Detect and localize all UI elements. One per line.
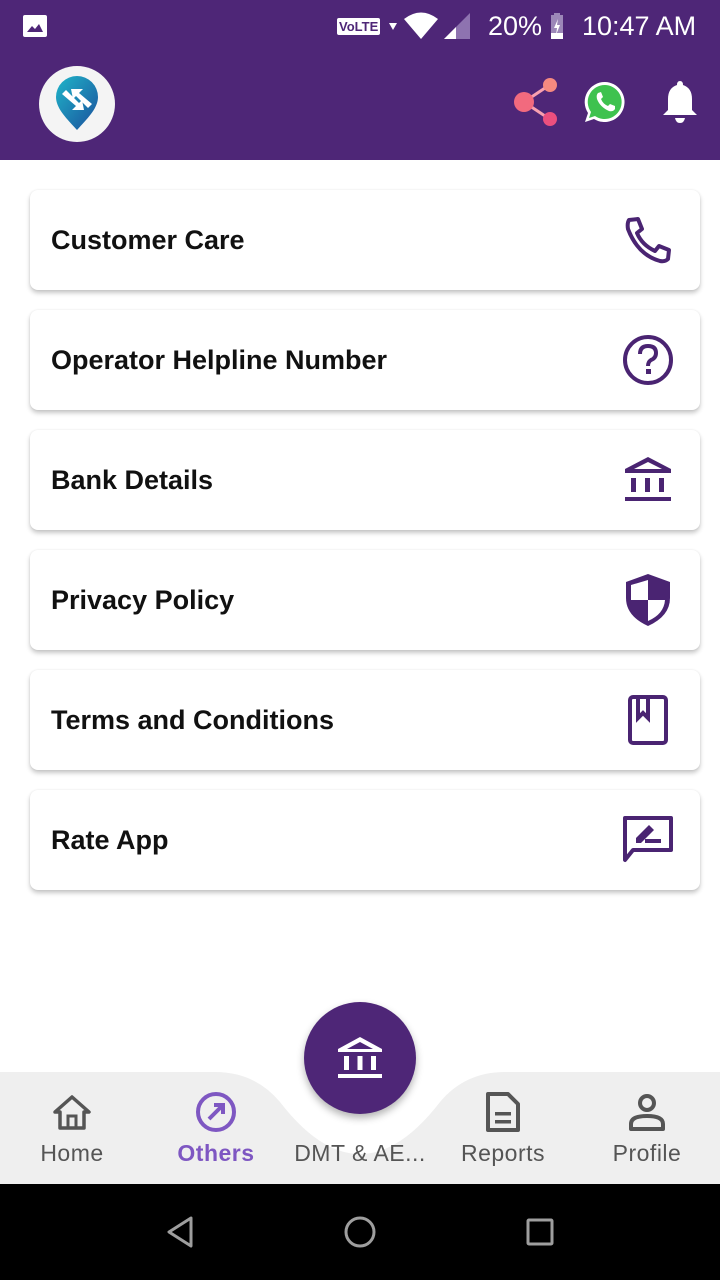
menu-item-label: Customer Care bbox=[51, 224, 245, 255]
signal-icon bbox=[443, 0, 471, 52]
recents-button[interactable] bbox=[516, 1208, 564, 1256]
volte-indicator: VoLTE bbox=[337, 17, 381, 35]
phone-icon bbox=[620, 212, 676, 268]
home-system-button[interactable] bbox=[336, 1208, 384, 1256]
menu-item-bank-details[interactable]: Bank Details bbox=[30, 430, 700, 530]
help-circle-icon bbox=[620, 332, 676, 388]
menu-item-label: Privacy Policy bbox=[51, 584, 235, 615]
menu-item-operator-helpline[interactable]: Operator Helpline Number bbox=[30, 310, 700, 410]
nav-label: Reports bbox=[460, 1140, 546, 1166]
home-icon bbox=[50, 1090, 94, 1134]
battery-percent: 20% bbox=[488, 10, 543, 41]
back-button[interactable] bbox=[156, 1208, 204, 1256]
clock: 10:47 AM bbox=[582, 10, 697, 41]
app-logo-icon bbox=[56, 76, 98, 130]
wifi-icon bbox=[403, 0, 439, 52]
share-button[interactable] bbox=[507, 74, 563, 130]
app-logo[interactable] bbox=[39, 66, 115, 142]
notifications-button[interactable] bbox=[652, 74, 708, 130]
menu-item-rate-app[interactable]: Rate App bbox=[30, 790, 700, 890]
person-icon bbox=[625, 1090, 669, 1134]
gallery-notification-icon bbox=[22, 0, 48, 52]
menu-item-label: Operator Helpline Number bbox=[51, 344, 388, 375]
nav-home[interactable]: Home bbox=[22, 1072, 122, 1184]
document-icon bbox=[481, 1090, 525, 1134]
data-arrow-icon bbox=[388, 0, 398, 52]
menu-item-label: Bank Details bbox=[51, 464, 214, 495]
share-icon bbox=[514, 78, 557, 126]
rate-review-icon bbox=[620, 812, 676, 868]
menu-item-label: Terms and Conditions bbox=[51, 704, 335, 735]
shield-icon bbox=[620, 572, 676, 628]
nav-reports[interactable]: Reports bbox=[453, 1072, 553, 1184]
nav-label: DMT & AE... bbox=[294, 1140, 426, 1166]
whatsapp-button[interactable] bbox=[577, 74, 633, 130]
menu-item-label: Rate App bbox=[51, 824, 169, 855]
system-navigation-bar bbox=[0, 1184, 720, 1280]
bank-icon bbox=[338, 1037, 382, 1078]
nav-profile[interactable]: Profile bbox=[597, 1072, 697, 1184]
nav-label: Home bbox=[40, 1140, 104, 1166]
battery-charging-icon bbox=[550, 0, 564, 52]
recents-icon bbox=[526, 1218, 554, 1246]
dmt-fab-button[interactable] bbox=[304, 1002, 416, 1114]
nav-others[interactable]: Others bbox=[166, 1072, 266, 1184]
back-icon bbox=[167, 1216, 193, 1248]
whatsapp-icon bbox=[584, 81, 625, 122]
menu-item-customer-care[interactable]: Customer Care bbox=[30, 190, 700, 290]
bell-icon bbox=[663, 81, 697, 123]
app-bar bbox=[0, 52, 720, 160]
menu-item-terms-conditions[interactable]: Terms and Conditions bbox=[30, 670, 700, 770]
menu-item-privacy-policy[interactable]: Privacy Policy bbox=[30, 550, 700, 650]
bank-icon bbox=[620, 452, 676, 508]
status-bar: VoLTE 20% 10:47 AM bbox=[0, 0, 720, 52]
nav-label: Profile bbox=[612, 1140, 682, 1166]
home-circle-icon bbox=[344, 1216, 376, 1248]
arrow-circle-icon bbox=[194, 1090, 238, 1134]
book-icon bbox=[620, 692, 676, 748]
nav-label: Others bbox=[177, 1140, 255, 1166]
